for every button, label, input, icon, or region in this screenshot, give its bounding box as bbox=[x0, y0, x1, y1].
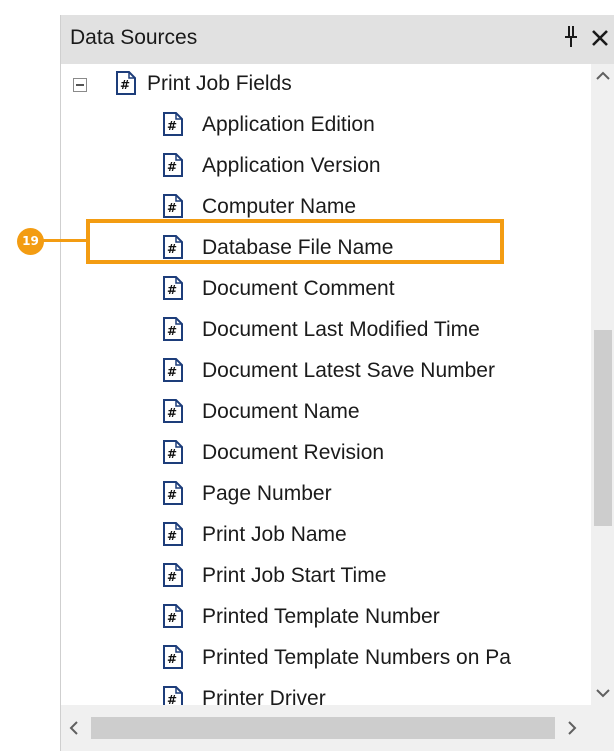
chevron-down-icon[interactable] bbox=[591, 681, 614, 705]
tree-item-label: Application Version bbox=[202, 154, 381, 177]
svg-text:#: # bbox=[167, 652, 177, 666]
horizontal-scroll-thumb[interactable] bbox=[91, 717, 555, 739]
svg-text:#: # bbox=[167, 201, 177, 215]
field-icon: # bbox=[163, 399, 183, 423]
callout-number-badge: 19 bbox=[17, 228, 44, 255]
tree-item[interactable]: # Document Latest Save Number bbox=[61, 351, 591, 391]
tree-item[interactable]: # Application Edition bbox=[61, 105, 591, 145]
svg-text:#: # bbox=[167, 488, 177, 502]
tree-root-label: Print Job Fields bbox=[147, 72, 292, 95]
svg-text:#: # bbox=[167, 119, 177, 133]
field-icon: # bbox=[163, 358, 183, 382]
chevron-up-icon[interactable] bbox=[591, 64, 614, 88]
tree-item[interactable]: # Printed Template Numbers on Pa bbox=[61, 638, 591, 678]
chevron-left-icon[interactable] bbox=[61, 715, 87, 741]
field-icon: # bbox=[163, 276, 183, 300]
field-icon: # bbox=[163, 604, 183, 628]
panel-title: Data Sources bbox=[70, 26, 198, 49]
field-icon: # bbox=[163, 686, 183, 705]
panel-header: Data Sources bbox=[61, 15, 614, 64]
field-icon: # bbox=[163, 645, 183, 669]
tree-item[interactable]: # Print Job Name bbox=[61, 515, 591, 555]
field-icon: # bbox=[163, 317, 183, 341]
svg-text:#: # bbox=[167, 365, 177, 379]
tree-item-label: Printed Template Number bbox=[202, 605, 440, 628]
tree-item[interactable]: # Printed Template Number bbox=[61, 597, 591, 637]
field-icon: # bbox=[163, 440, 183, 464]
tree-item-label: Application Edition bbox=[202, 113, 375, 136]
field-icon: # bbox=[116, 71, 136, 95]
svg-text:#: # bbox=[167, 529, 177, 543]
tree-item-label: Printed Template Numbers on Pa bbox=[202, 646, 511, 669]
svg-text:#: # bbox=[167, 611, 177, 625]
tree-item-label: Document Last Modified Time bbox=[202, 318, 480, 341]
field-icon: # bbox=[163, 522, 183, 546]
tree-item[interactable]: # Printer Driver bbox=[61, 679, 591, 705]
horizontal-scrollbar[interactable] bbox=[61, 705, 591, 751]
tree-item-label: Document Latest Save Number bbox=[202, 359, 495, 382]
tree-item-label: Print Job Start Time bbox=[202, 564, 387, 587]
data-sources-panel: Data Sources # Print Job Fields # Applica… bbox=[60, 15, 614, 751]
tree-item[interactable]: # Document Comment bbox=[61, 269, 591, 309]
close-icon[interactable] bbox=[589, 27, 611, 49]
pin-icon[interactable] bbox=[561, 24, 581, 50]
svg-text:#: # bbox=[120, 78, 130, 92]
tree-item-label: Print Job Name bbox=[202, 523, 347, 546]
svg-text:#: # bbox=[167, 447, 177, 461]
tree-item-label: Document Revision bbox=[202, 441, 385, 464]
tree-item[interactable]: # Page Number bbox=[61, 474, 591, 514]
collapse-toggle[interactable] bbox=[73, 78, 87, 92]
svg-text:#: # bbox=[167, 283, 177, 297]
tree-item[interactable]: # Print Job Start Time bbox=[61, 556, 591, 596]
field-icon: # bbox=[163, 563, 183, 587]
tree-item[interactable]: # Application Version bbox=[61, 146, 591, 186]
svg-text:#: # bbox=[167, 324, 177, 338]
field-icon: # bbox=[163, 194, 183, 218]
tree-root-print-job-fields[interactable]: # Print Job Fields bbox=[61, 64, 591, 104]
tree-item[interactable]: # Document Last Modified Time bbox=[61, 310, 591, 350]
field-icon: # bbox=[163, 112, 183, 136]
tree-item-label: Document Name bbox=[202, 400, 360, 423]
svg-text:#: # bbox=[167, 160, 177, 174]
tree-item[interactable]: # Document Revision bbox=[61, 433, 591, 473]
chevron-right-icon[interactable] bbox=[559, 715, 585, 741]
svg-text:#: # bbox=[167, 570, 177, 584]
data-source-tree: # Print Job Fields # Application Edition #… bbox=[61, 64, 591, 705]
tree-item-label: Document Comment bbox=[202, 277, 395, 300]
tree-item[interactable]: # Document Name bbox=[61, 392, 591, 432]
vertical-scrollbar[interactable] bbox=[591, 64, 614, 705]
callout-leader-line bbox=[43, 239, 86, 242]
svg-text:#: # bbox=[167, 406, 177, 420]
vertical-scroll-thumb[interactable] bbox=[594, 330, 612, 526]
tree-item-label: Computer Name bbox=[202, 195, 357, 218]
tree-item-label: Printer Driver bbox=[202, 687, 326, 705]
field-icon: # bbox=[163, 481, 183, 505]
scrollbar-corner bbox=[591, 705, 614, 751]
field-icon: # bbox=[163, 153, 183, 177]
svg-text:#: # bbox=[167, 693, 177, 705]
tree-item-label: Page Number bbox=[202, 482, 332, 505]
callout-highlight-box bbox=[86, 219, 504, 264]
